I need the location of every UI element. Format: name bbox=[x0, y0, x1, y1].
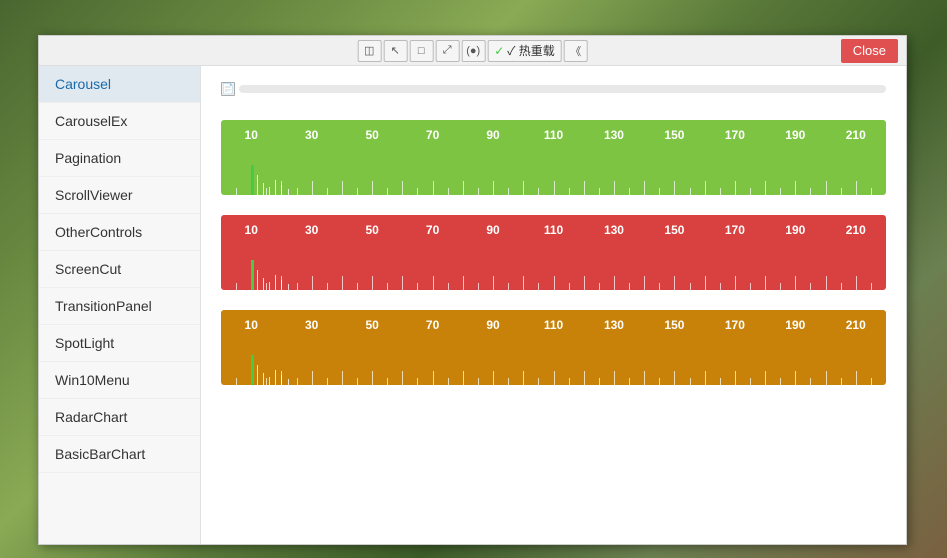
collapse-tool-button[interactable]: 《 bbox=[564, 40, 588, 62]
sidebar-item-basicbarchart[interactable]: BasicBarChart bbox=[39, 436, 200, 473]
sidebar-item-pagination[interactable]: Pagination bbox=[39, 140, 200, 177]
title-bar: ◫ ↖ □ ⤢ (●) ✓ ✓ 热重载 《 Close bbox=[39, 36, 906, 66]
check-icon: ✓ bbox=[494, 44, 504, 58]
sidebar-item-scrollviewer[interactable]: ScrollViewer bbox=[39, 177, 200, 214]
sidebar-item-carousel[interactable]: Carousel bbox=[39, 66, 200, 103]
sidebar-item-transitionpanel[interactable]: TransitionPanel bbox=[39, 288, 200, 325]
ruler-orange[interactable]: 1030507090110130150170190210 bbox=[221, 310, 886, 385]
close-button[interactable]: Close bbox=[841, 39, 898, 63]
scroll-track[interactable] bbox=[239, 85, 886, 93]
page-icon: 📄 bbox=[222, 84, 234, 95]
hot-reload-button[interactable]: ✓ ✓ 热重载 bbox=[487, 40, 562, 62]
ruler-green[interactable]: 1030507090110130150170190210 bbox=[221, 120, 886, 195]
select-tool-button[interactable]: ◫ bbox=[357, 40, 381, 62]
main-window: ◫ ↖ □ ⤢ (●) ✓ ✓ 热重载 《 Close Carousel Car… bbox=[38, 35, 907, 545]
sidebar-item-win10menu[interactable]: Win10Menu bbox=[39, 362, 200, 399]
rect-tool-button[interactable]: □ bbox=[409, 40, 433, 62]
content-area: Carousel CarouselEx Pagination ScrollVie… bbox=[39, 66, 906, 544]
sidebar-item-carouselex[interactable]: CarouselEx bbox=[39, 103, 200, 140]
sidebar-item-spotlight[interactable]: SpotLight bbox=[39, 325, 200, 362]
sidebar-item-radarchart[interactable]: RadarChart bbox=[39, 399, 200, 436]
main-content: 📄 1030507090110130150170190210 103050709… bbox=[201, 66, 906, 544]
sidebar-item-othercontrols[interactable]: OtherControls bbox=[39, 214, 200, 251]
circle-tool-button[interactable]: (●) bbox=[461, 40, 485, 62]
ruler-red[interactable]: 1030507090110130150170190210 bbox=[221, 215, 886, 290]
hot-reload-label: ✓ 热重载 bbox=[507, 42, 555, 59]
cursor-tool-button[interactable]: ↖ bbox=[383, 40, 407, 62]
toolbar: ◫ ↖ □ ⤢ (●) ✓ ✓ 热重载 《 bbox=[357, 40, 588, 62]
scroll-indicator: 📄 bbox=[221, 82, 886, 96]
sidebar-item-screencut[interactable]: ScreenCut bbox=[39, 251, 200, 288]
sidebar: Carousel CarouselEx Pagination ScrollVie… bbox=[39, 66, 201, 544]
scroll-left-button[interactable]: 📄 bbox=[221, 82, 235, 96]
resize-tool-button[interactable]: ⤢ bbox=[435, 40, 459, 62]
